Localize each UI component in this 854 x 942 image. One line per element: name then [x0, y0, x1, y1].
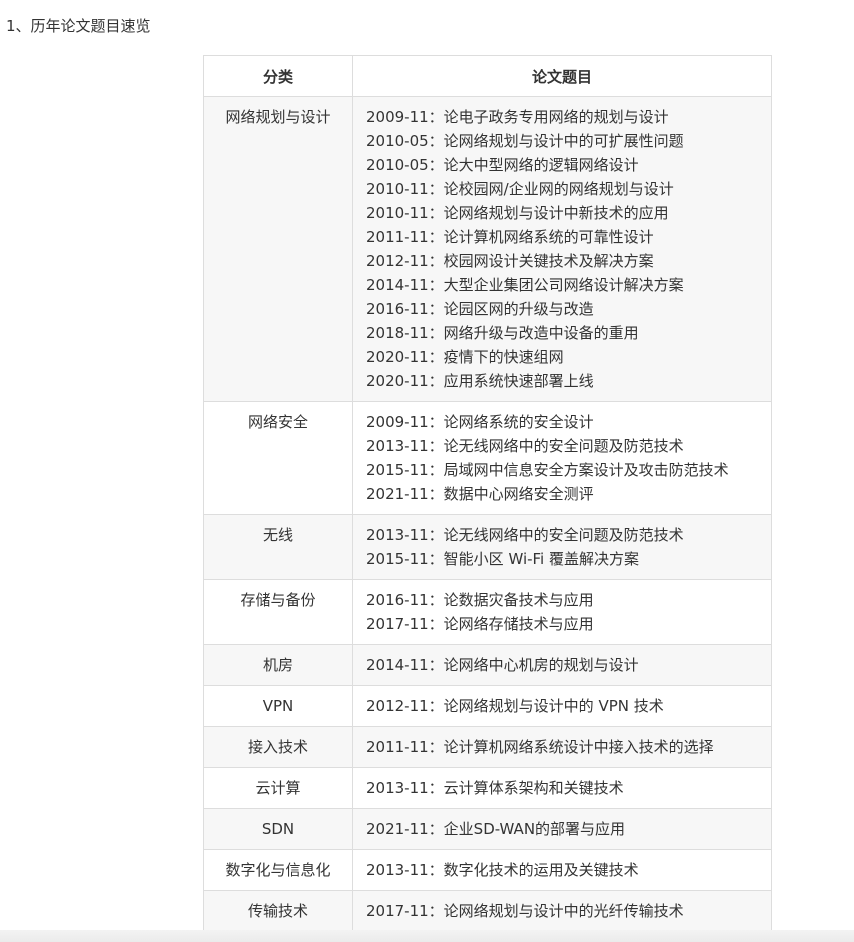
topic-item: 2017-11：论网络存储技术与应用 [366, 615, 594, 633]
category-cell: 云计算 [203, 767, 353, 809]
topic-item: 2013-11：云计算体系架构和关键技术 [366, 779, 624, 797]
topic-item: 2010-05：论网络规划与设计中的可扩展性问题 [366, 132, 684, 150]
topics-cell: 2009-11：论网络系统的安全设计 2013-11：论无线网络中的安全问题及防… [352, 401, 772, 515]
topic-item: 2010-05：论大中型网络的逻辑网络设计 [366, 156, 639, 174]
table-row: SDN 2021-11：企业SD-WAN的部署与应用 [203, 808, 772, 850]
topic-item: 2020-11：疫情下的快速组网 [366, 348, 564, 366]
topics-cell: 2021-11：企业SD-WAN的部署与应用 [352, 808, 772, 850]
category-cell: 无线 [203, 514, 353, 580]
category-cell: 传输技术 [203, 890, 353, 932]
topic-item: 2013-11：论无线网络中的安全问题及防范技术 [366, 437, 684, 455]
topic-item: 2016-11：论园区网的升级与改造 [366, 300, 594, 318]
topic-item: 2011-11：论计算机网络系统设计中接入技术的选择 [366, 738, 714, 756]
topic-item: 2021-11：企业SD-WAN的部署与应用 [366, 820, 626, 838]
category-cell: 机房 [203, 644, 353, 686]
topics-cell: 2016-11：论数据灾备技术与应用 2017-11：论网络存储技术与应用 [352, 579, 772, 645]
topic-item: 2020-11：应用系统快速部署上线 [366, 372, 594, 390]
table-row: VPN 2012-11：论网络规划与设计中的 VPN 技术 [203, 685, 772, 727]
topic-item: 2011-11：论计算机网络系统的可靠性设计 [366, 228, 654, 246]
topics-cell: 2013-11：论无线网络中的安全问题及防范技术 2015-11：智能小区 Wi… [352, 514, 772, 580]
topics-cell: 2017-11：论网络规划与设计中的光纤传输技术 [352, 890, 772, 932]
topic-item: 2013-11：数字化技术的运用及关键技术 [366, 861, 639, 879]
table-row: 无线 2013-11：论无线网络中的安全问题及防范技术 2015-11：智能小区… [203, 514, 772, 580]
table-row: 接入技术 2011-11：论计算机网络系统设计中接入技术的选择 [203, 726, 772, 768]
section-heading: 1、历年论文题目速览 [6, 17, 151, 35]
category-cell: 数字化与信息化 [203, 849, 353, 891]
topic-item: 2012-11：论网络规划与设计中的 VPN 技术 [366, 697, 664, 715]
table-row: 数字化与信息化 2013-11：数字化技术的运用及关键技术 [203, 849, 772, 891]
topic-item: 2021-11：数据中心网络安全测评 [366, 485, 594, 503]
topic-item: 2010-11：论校园网/企业网的网络规划与设计 [366, 180, 674, 198]
header-topic: 论文题目 [352, 55, 772, 97]
topics-cell: 2013-11：云计算体系架构和关键技术 [352, 767, 772, 809]
table-row: 云计算 2013-11：云计算体系架构和关键技术 [203, 767, 772, 809]
topic-item: 2013-11：论无线网络中的安全问题及防范技术 [366, 526, 684, 544]
topic-item: 2015-11：智能小区 Wi-Fi 覆盖解决方案 [366, 550, 639, 568]
topics-cell: 2009-11：论电子政务专用网络的规划与设计 2010-05：论网络规划与设计… [352, 96, 772, 402]
topic-item: 2009-11：论电子政务专用网络的规划与设计 [366, 108, 669, 126]
table-row: 存储与备份 2016-11：论数据灾备技术与应用 2017-11：论网络存储技术… [203, 579, 772, 645]
topic-item: 2010-11：论网络规划与设计中新技术的应用 [366, 204, 669, 222]
topics-cell: 2012-11：论网络规划与设计中的 VPN 技术 [352, 685, 772, 727]
category-cell: 网络规划与设计 [203, 96, 353, 402]
table-header-row: 分类 论文题目 [203, 55, 772, 97]
topics-cell: 2013-11：数字化技术的运用及关键技术 [352, 849, 772, 891]
topic-item: 2017-11：论网络规划与设计中的光纤传输技术 [366, 902, 684, 920]
bottom-edge-shadow [0, 930, 854, 942]
topic-item: 2018-11：网络升级与改造中设备的重用 [366, 324, 639, 342]
category-cell: 接入技术 [203, 726, 353, 768]
topic-item: 2015-11：局域网中信息安全方案设计及攻击防范技术 [366, 461, 729, 479]
topic-item: 2014-11：大型企业集团公司网络设计解决方案 [366, 276, 684, 294]
table-row: 网络安全 2009-11：论网络系统的安全设计 2013-11：论无线网络中的安… [203, 401, 772, 515]
paper-topics-table: 分类 论文题目 网络规划与设计 2009-11：论电子政务专用网络的规划与设计 … [203, 55, 772, 932]
table-row: 传输技术 2017-11：论网络规划与设计中的光纤传输技术 [203, 890, 772, 932]
category-cell: 网络安全 [203, 401, 353, 515]
topic-item: 2014-11：论网络中心机房的规划与设计 [366, 656, 639, 674]
category-cell: SDN [203, 808, 353, 850]
topic-item: 2016-11：论数据灾备技术与应用 [366, 591, 594, 609]
topics-cell: 2011-11：论计算机网络系统设计中接入技术的选择 [352, 726, 772, 768]
topics-cell: 2014-11：论网络中心机房的规划与设计 [352, 644, 772, 686]
topic-item: 2012-11：校园网设计关键技术及解决方案 [366, 252, 654, 270]
category-cell: 存储与备份 [203, 579, 353, 645]
table-row: 机房 2014-11：论网络中心机房的规划与设计 [203, 644, 772, 686]
category-cell: VPN [203, 685, 353, 727]
header-category: 分类 [203, 55, 353, 97]
table-row: 网络规划与设计 2009-11：论电子政务专用网络的规划与设计 2010-05：… [203, 96, 772, 402]
topic-item: 2009-11：论网络系统的安全设计 [366, 413, 594, 431]
